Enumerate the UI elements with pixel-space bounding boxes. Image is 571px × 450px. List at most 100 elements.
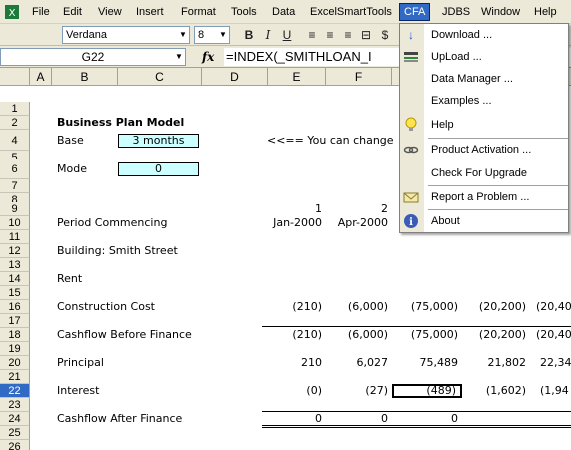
principal-label[interactable]: Principal [57,356,104,370]
base-note[interactable]: <<== You can change [267,134,394,148]
period-index-cell[interactable]: 1 [268,202,326,216]
row-header[interactable]: 6 [0,159,30,179]
column-header-f[interactable]: F [326,68,392,86]
active-cell-g22[interactable]: (489) [392,384,462,398]
row-header[interactable]: 2 [0,116,30,130]
menu-item-help[interactable]: Help [400,114,568,136]
menu-item-about[interactable]: i About [400,210,568,232]
underline-icon[interactable]: U [279,27,295,43]
value-cell[interactable]: 0 [326,412,392,426]
value-cell[interactable]: (20,40 [536,328,571,342]
row-header[interactable]: 24 [0,412,30,426]
menu-item-product-activation[interactable]: Product Activation ... [400,139,568,161]
value-cell[interactable]: 22,34 [540,356,571,370]
row-header[interactable]: 25 [0,426,30,440]
value-cell[interactable]: (210) [268,300,326,314]
font-size-combo[interactable]: 8 ▼ [194,26,230,44]
rent-label[interactable]: Rent [57,272,82,286]
construction-label[interactable]: Construction Cost [57,300,155,314]
italic-icon[interactable]: I [260,27,276,43]
column-header-d[interactable]: D [202,68,268,86]
row-header[interactable]: 4 [0,131,30,151]
base-label[interactable]: Base [57,134,84,148]
base-input-cell[interactable]: 3 months [118,134,199,148]
row-header-selected[interactable]: 22 [0,384,30,398]
value-cell[interactable]: (27) [326,384,392,398]
merge-center-icon[interactable]: ⊟ [358,27,374,43]
value-cell[interactable]: (75,000) [392,328,462,342]
chevron-down-icon[interactable]: ▼ [177,27,189,43]
currency-icon[interactable]: $ [377,27,393,43]
menu-item-download[interactable]: ↓ Download ... [400,24,568,46]
row-header[interactable]: 9 [0,202,30,216]
menu-jdbs[interactable]: JDBS [438,4,474,20]
align-right-icon[interactable]: ≡ [340,27,356,43]
menu-help[interactable]: Help [530,4,561,20]
excel-logo-icon[interactable]: X [4,4,20,20]
value-cell[interactable]: (75,000) [392,300,462,314]
value-cell[interactable]: (1,602) [462,384,530,398]
menu-view[interactable]: View [94,4,126,20]
value-cell[interactable]: 210 [268,356,326,370]
menu-insert[interactable]: Insert [132,4,168,20]
row-header[interactable]: 16 [0,300,30,314]
chevron-down-icon[interactable]: ▼ [217,27,229,43]
row-header[interactable]: 1 [0,102,30,116]
mode-label[interactable]: Mode [57,162,87,176]
interest-label[interactable]: Interest [57,384,99,398]
value-cell[interactable]: (6,000) [326,300,392,314]
row-header[interactable]: 13 [0,258,30,272]
row-header[interactable]: 23 [0,398,30,412]
row-header[interactable]: 10 [0,216,30,230]
value-cell[interactable]: (0) [268,384,326,398]
menu-edit[interactable]: Edit [59,4,86,20]
row-header[interactable]: 7 [0,179,30,193]
row-header[interactable]: 19 [0,342,30,356]
row-header[interactable]: 17 [0,314,30,328]
align-left-icon[interactable]: ≡ [304,27,320,43]
value-cell[interactable]: (1,94 [540,384,569,398]
bold-icon[interactable]: B [241,27,257,43]
row-header[interactable]: 18 [0,328,30,342]
mode-input-cell[interactable]: 0 [118,162,199,176]
menu-excelsmarttools[interactable]: ExcelSmartTools [306,4,396,20]
value-cell[interactable]: 21,802 [462,356,530,370]
row-header[interactable]: 15 [0,286,30,300]
building-label[interactable]: Building: Smith Street [57,244,178,258]
period-date-cell[interactable]: Jan-2000 [262,216,326,230]
column-header-c[interactable]: C [118,68,202,86]
menu-window[interactable]: Window [477,4,524,20]
column-header-e[interactable]: E [268,68,326,86]
align-center-icon[interactable]: ≡ [322,27,338,43]
value-cell[interactable]: 0 [268,412,326,426]
period-label[interactable]: Period Commencing [57,216,167,230]
menu-item-check-upgrade[interactable]: Check For Upgrade [400,162,568,184]
column-header-b[interactable]: B [52,68,118,86]
value-cell[interactable]: (20,200) [462,300,530,314]
row-header[interactable]: 12 [0,244,30,258]
menu-item-data-manager[interactable]: Data Manager ... [400,68,568,90]
menu-file[interactable]: File [28,4,54,20]
menu-tools[interactable]: Tools [227,4,261,20]
row-header[interactable]: 11 [0,230,30,244]
chevron-down-icon[interactable]: ▼ [173,49,185,65]
select-all-corner[interactable] [0,68,30,86]
value-cell[interactable]: (20,40 [536,300,571,314]
column-header-a[interactable]: A [30,68,52,86]
value-cell[interactable]: 6,027 [326,356,392,370]
row-header[interactable]: 14 [0,272,30,286]
period-index-cell[interactable]: 2 [326,202,392,216]
row-header[interactable]: 26 [0,440,30,450]
font-name-combo[interactable]: Verdana ▼ [62,26,190,44]
row-header[interactable]: 21 [0,370,30,384]
menu-item-upload[interactable]: UpLoad ... [400,46,568,68]
menu-item-examples[interactable]: Examples ... [400,90,568,112]
value-cell[interactable]: 0 [392,412,462,426]
insert-function-icon[interactable]: fx [202,50,214,64]
value-cell[interactable]: 75,489 [392,356,462,370]
period-date-cell[interactable]: Apr-2000 [326,216,392,230]
model-title[interactable]: Business Plan Model [57,116,184,130]
value-cell[interactable]: (20,200) [462,328,530,342]
cashflow-after-label[interactable]: Cashflow After Finance [57,412,182,426]
menu-format[interactable]: Format [177,4,220,20]
